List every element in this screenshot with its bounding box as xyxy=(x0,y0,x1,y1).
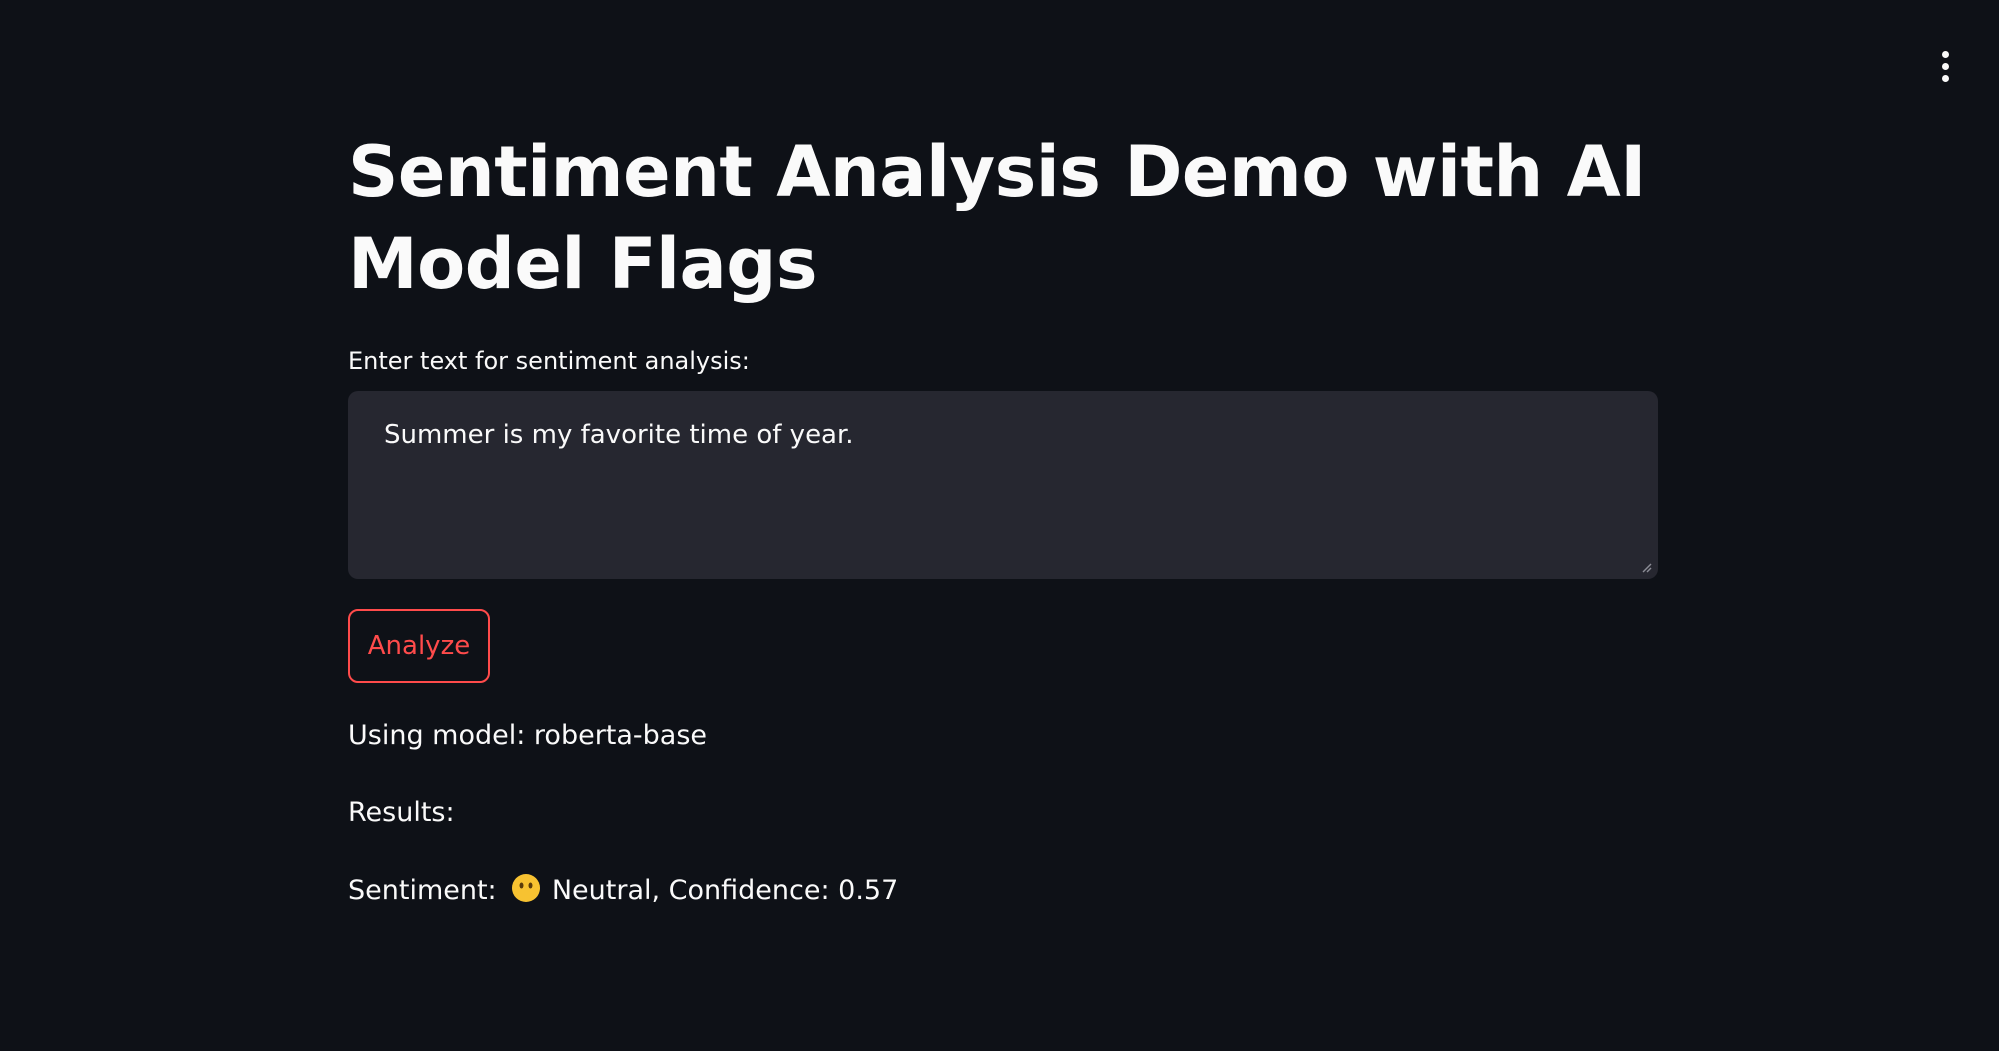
text-input-label: Enter text for sentiment analysis: xyxy=(348,347,750,375)
text-input-container: Summer is my favorite time of year. xyxy=(348,391,1658,579)
main-menu-button[interactable] xyxy=(1927,44,1963,88)
sentiment-label: Sentiment: xyxy=(348,875,497,906)
sentiment-result: Sentiment: Neutral, Confidence: 0.57 xyxy=(348,871,898,911)
sentiment-text-input[interactable]: Summer is my favorite time of year. xyxy=(348,391,1658,579)
analyze-button[interactable]: Analyze xyxy=(348,609,490,683)
kebab-menu-icon xyxy=(1941,50,1949,58)
sentiment-value: Neutral, Confidence: 0.57 xyxy=(551,875,899,906)
model-info-text: Using model: roberta-base xyxy=(348,720,708,751)
results-heading: Results: xyxy=(348,797,455,828)
page-title: Sentiment Analysis Demo with AI Model Fl… xyxy=(348,131,1646,305)
neutral-face-icon xyxy=(512,874,541,902)
kebab-menu-icon-dot xyxy=(1941,62,1949,70)
kebab-menu-icon-dot xyxy=(1941,74,1949,82)
